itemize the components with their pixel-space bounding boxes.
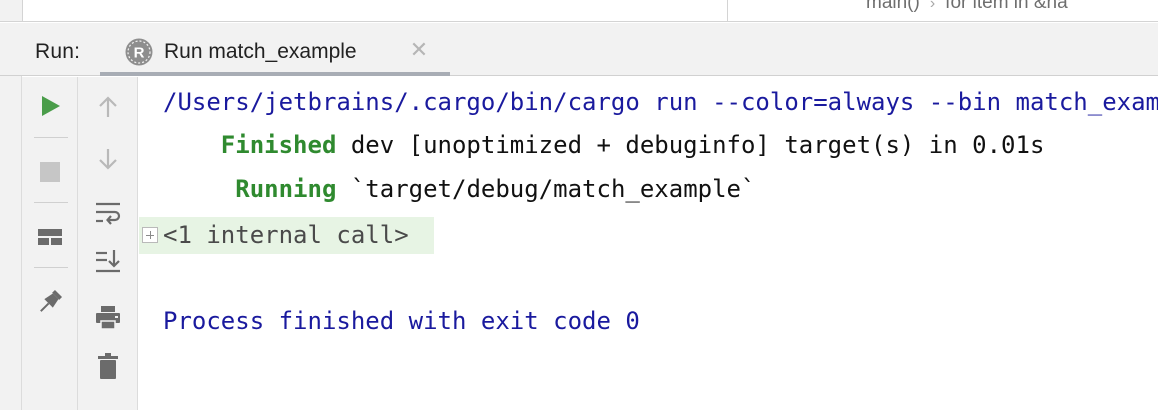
soft-wrap-icon <box>96 202 121 225</box>
close-icon[interactable]: ✕ <box>408 39 430 61</box>
stop-icon <box>40 162 60 182</box>
pin-tab-button[interactable] <box>30 282 70 322</box>
clear-all-button[interactable] <box>88 347 128 387</box>
print-button[interactable] <box>88 297 128 337</box>
stop-button[interactable] <box>30 152 70 192</box>
internal-call-text: <1 internal call> <box>163 221 409 249</box>
toolbar-separator <box>34 202 68 203</box>
run-configuration-tab[interactable]: R Run match_example ✕ <box>100 23 450 76</box>
console-running-line: Running `target/debug/match_example` <box>163 174 755 204</box>
down-stack-button[interactable] <box>88 139 128 179</box>
toolbar-separator <box>34 267 68 268</box>
console-command-line: /Users/jetbrains/.cargo/bin/cargo run --… <box>163 88 1158 116</box>
run-toolbar-secondary <box>78 77 138 410</box>
console-finished-line: Finished dev [unoptimized + debuginfo] t… <box>163 130 1045 160</box>
breadcrumb-item[interactable]: for item in &na <box>945 0 1068 13</box>
scroll-to-end-icon <box>96 250 120 273</box>
editor-strip: main() › for item in &na <box>0 0 1158 22</box>
left-edge-strip <box>0 23 22 410</box>
pin-icon <box>40 289 63 312</box>
layout-button[interactable] <box>30 217 70 257</box>
run-tab-title: Run match_example <box>164 40 357 63</box>
scroll-to-end-button[interactable] <box>88 241 128 281</box>
up-stack-button[interactable] <box>88 87 128 127</box>
soft-wrap-button[interactable] <box>88 193 128 233</box>
console-exit-line: Process finished with exit code 0 <box>163 307 640 335</box>
rerun-button[interactable] <box>30 86 70 126</box>
breadcrumb[interactable]: main() › for item in &na <box>866 0 1068 14</box>
arrow-down-icon <box>99 149 117 170</box>
play-icon <box>42 96 60 116</box>
trash-icon <box>98 353 118 379</box>
console-output[interactable]: /Users/jetbrains/.cargo/bin/cargo run --… <box>139 77 1158 410</box>
finished-details: dev [unoptimized + debuginfo] target(s) … <box>336 131 1045 159</box>
printer-icon <box>96 306 120 330</box>
breadcrumb-item[interactable]: main() <box>866 0 920 13</box>
layout-icon <box>38 229 62 245</box>
active-tab-underline <box>100 72 450 76</box>
toolbar-separator <box>34 137 68 138</box>
expand-icon[interactable] <box>142 227 158 243</box>
arrow-up-icon <box>99 96 117 117</box>
chevron-right-icon: › <box>929 0 936 12</box>
rust-icon: R <box>124 37 154 67</box>
run-label: Run: <box>35 40 81 63</box>
svg-text:R: R <box>134 45 145 62</box>
editor-left-pane <box>22 0 728 21</box>
running-details: `target/debug/match_example` <box>336 175 756 203</box>
run-toolbar-primary <box>22 77 78 410</box>
editor-gutter <box>0 0 22 21</box>
running-keyword: Running <box>235 175 337 203</box>
internal-call-fold[interactable]: <1 internal call> <box>139 217 434 254</box>
finished-keyword: Finished <box>220 131 337 159</box>
